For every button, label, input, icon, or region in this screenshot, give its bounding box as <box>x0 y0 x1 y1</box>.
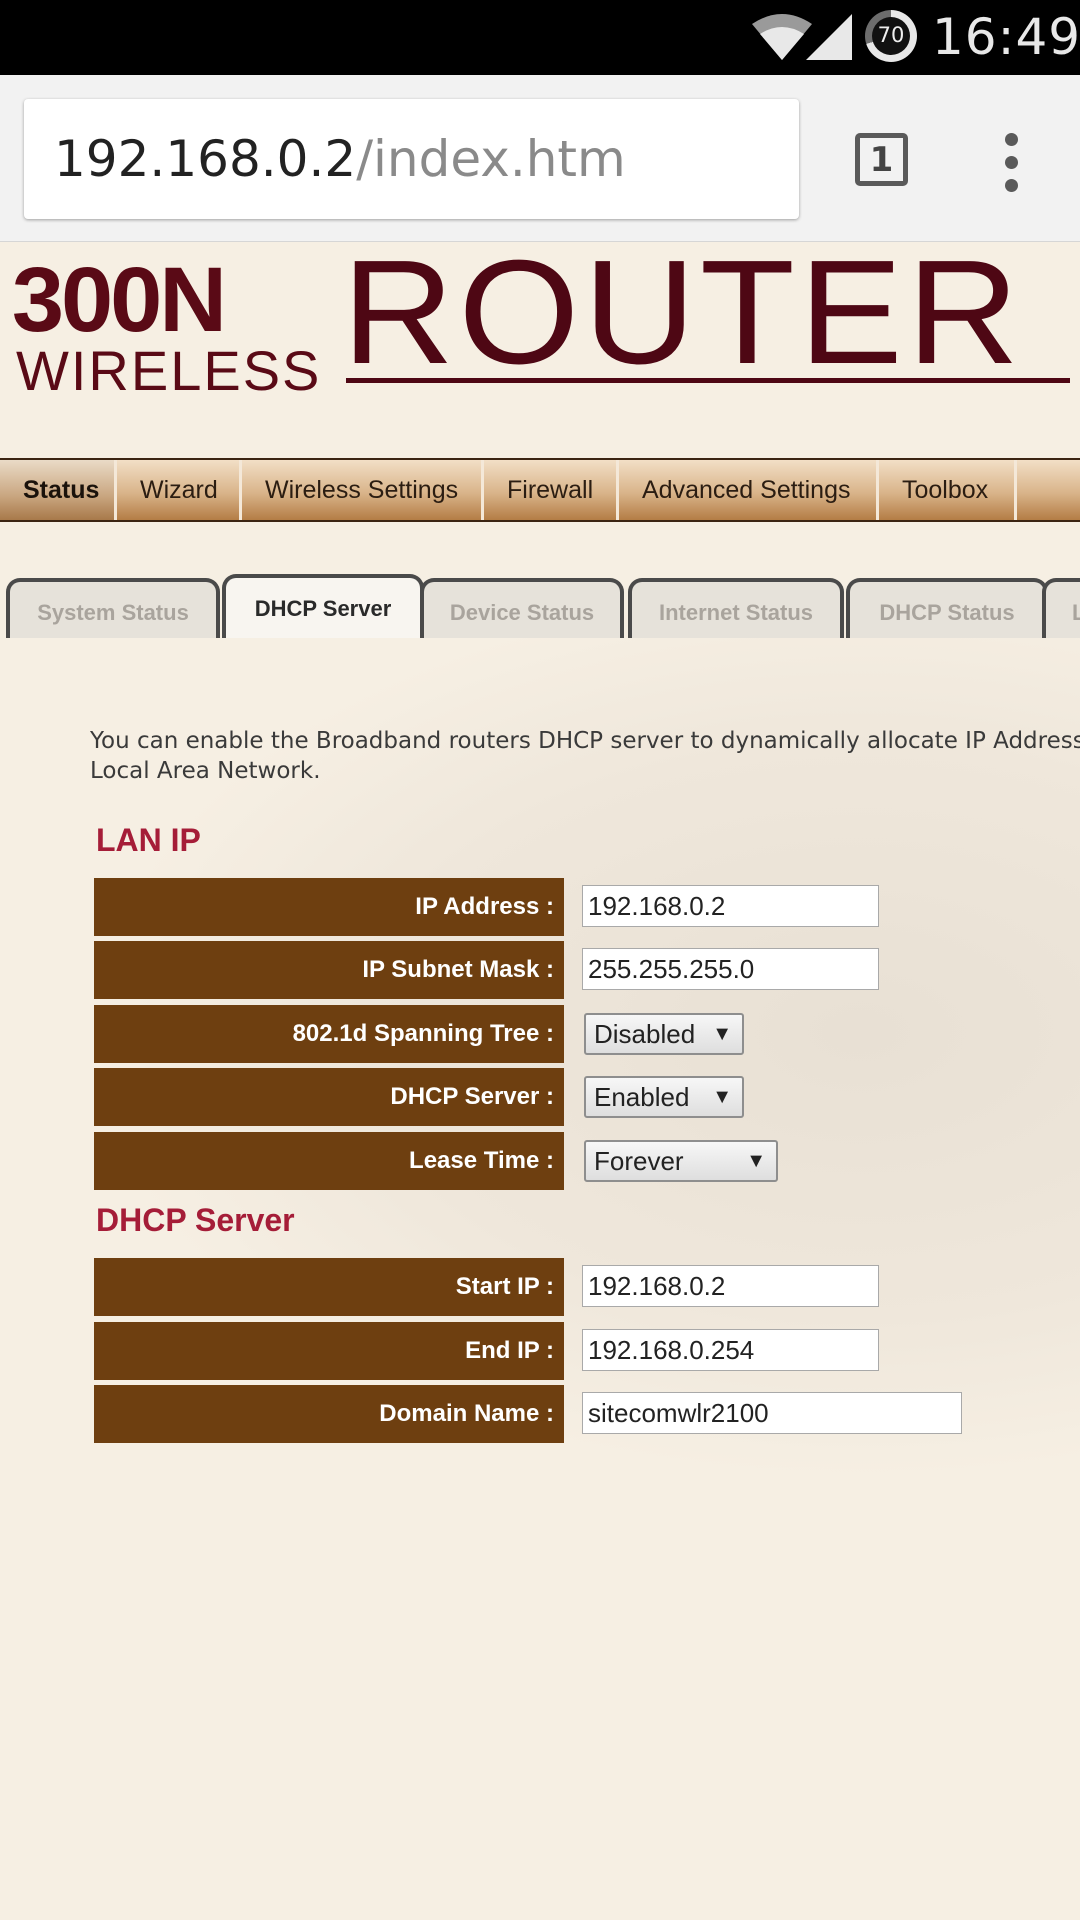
dhcp-server-value: Enabled <box>594 1082 690 1112</box>
ip-address-label: IP Address : <box>94 878 564 936</box>
clock: 16:49 <box>932 8 1080 66</box>
logo-wireless: WIRELESS <box>16 339 322 402</box>
dropdown-arrow-icon: ▼ <box>712 1023 732 1045</box>
router-logo: 300N WIRELESS ROUTER <box>0 242 1080 442</box>
nav-wizard[interactable]: Wizard <box>117 460 242 520</box>
nav-firewall[interactable]: Firewall <box>484 460 619 520</box>
tab-switcher-icon[interactable]: 1 <box>855 133 908 186</box>
tab-dhcp-server[interactable]: DHCP Server <box>222 574 424 638</box>
intro-text: You can enable the Broadband routers DHC… <box>90 726 1080 786</box>
url-path: /index.htm <box>356 130 626 188</box>
logo-underline <box>346 378 1070 383</box>
battery-level: 70 <box>877 23 905 47</box>
address-bar[interactable]: 192.168.0.2/index.htm <box>24 99 799 219</box>
spanning-tree-value: Disabled <box>594 1019 696 1049</box>
nav-status[interactable]: Status <box>0 460 117 520</box>
nav-advanced-settings[interactable]: Advanced Settings <box>619 460 879 520</box>
end-ip-label: End IP : <box>94 1322 564 1380</box>
intro-line1: You can enable the Broadband routers DHC… <box>90 728 1080 754</box>
url-host: 192.168.0.2 <box>54 130 357 188</box>
tab-device-status[interactable]: Device Status <box>420 578 624 638</box>
end-ip-input[interactable] <box>582 1329 879 1371</box>
dhcp-server-label: DHCP Server : <box>94 1068 564 1126</box>
status-bar: 70 16:49 <box>0 0 1080 75</box>
tab-internet-status[interactable]: Internet Status <box>628 578 844 638</box>
nav-toolbox[interactable]: Toolbox <box>879 460 1017 520</box>
domain-name-input[interactable] <box>582 1392 962 1434</box>
dhcp-server-title: DHCP Server <box>96 1202 295 1238</box>
router-page: 300N WIRELESS ROUTER Status Wizard Wirel… <box>0 242 1080 1920</box>
subnet-mask-input[interactable] <box>582 948 879 990</box>
dhcp-server-select[interactable]: Enabled ▼ <box>584 1076 744 1118</box>
dropdown-arrow-icon: ▼ <box>746 1150 766 1172</box>
battery-icon: 70 <box>865 10 917 62</box>
spanning-tree-label: 802.1d Spanning Tree : <box>94 1005 564 1063</box>
domain-name-label: Domain Name : <box>94 1385 564 1443</box>
wifi-icon <box>752 14 812 60</box>
main-nav: Status Wizard Wireless Settings Firewall… <box>0 458 1080 522</box>
tab-more[interactable]: L <box>1042 578 1080 638</box>
logo-router: ROUTER <box>342 242 1024 395</box>
dropdown-arrow-icon: ▼ <box>712 1086 732 1108</box>
cell-signal-icon <box>806 14 852 60</box>
sub-tabs: System Status DHCP Server Device Status … <box>6 574 1080 638</box>
nav-wireless-settings[interactable]: Wireless Settings <box>242 460 484 520</box>
overflow-menu-icon[interactable] <box>998 133 1024 193</box>
start-ip-input[interactable] <box>582 1265 879 1307</box>
tab-system-status[interactable]: System Status <box>6 578 220 638</box>
lease-time-value: Forever <box>594 1146 684 1176</box>
subnet-mask-label: IP Subnet Mask : <box>94 941 564 999</box>
start-ip-label: Start IP : <box>94 1258 564 1316</box>
lease-time-label: Lease Time : <box>94 1132 564 1190</box>
browser-toolbar: 192.168.0.2/index.htm 1 <box>0 75 1080 242</box>
tab-dhcp-status[interactable]: DHCP Status <box>846 578 1048 638</box>
lease-time-select[interactable]: Forever ▼ <box>584 1140 778 1182</box>
intro-line2: Local Area Network. <box>90 758 321 784</box>
lan-ip-title: LAN IP <box>96 822 201 858</box>
ip-address-input[interactable] <box>582 885 879 927</box>
nav-filler <box>1017 460 1080 520</box>
spanning-tree-select[interactable]: Disabled ▼ <box>584 1013 744 1055</box>
